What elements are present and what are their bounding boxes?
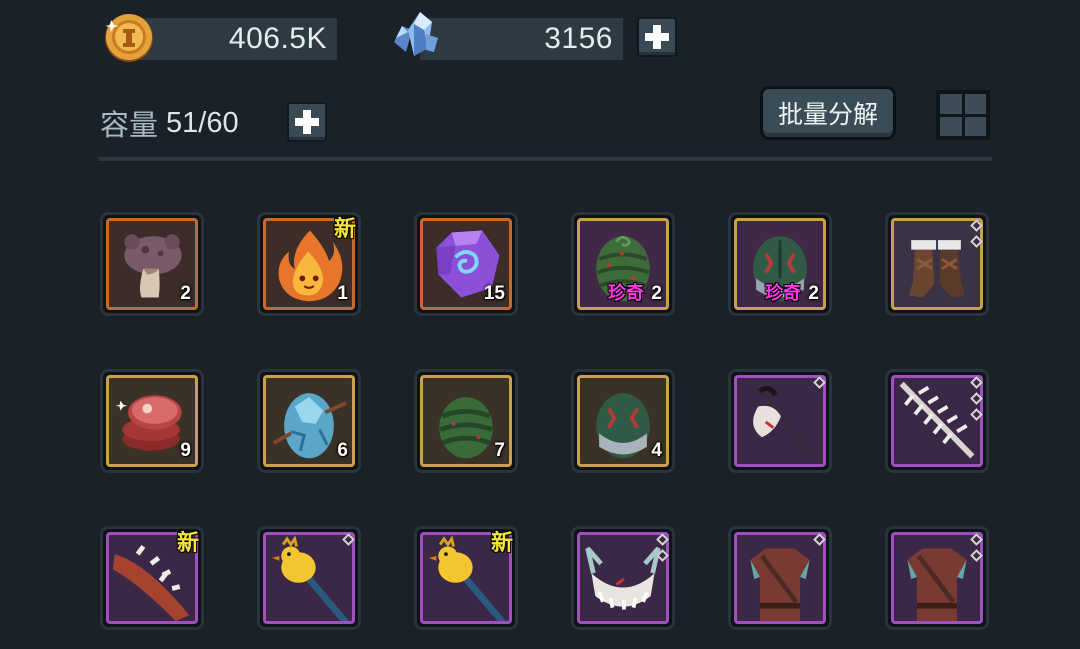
item-quantity: 1 <box>337 283 348 304</box>
inventory-slot[interactable] <box>728 526 832 630</box>
blue-crystal-icon <box>388 8 442 62</box>
inventory-slot[interactable] <box>885 212 989 316</box>
coin-amount: 406.5K <box>228 22 327 55</box>
coin-balance: 406.5K <box>140 18 337 60</box>
inventory-slot[interactable]: 珍奇 2 <box>728 212 832 316</box>
header-divider <box>98 157 992 161</box>
inventory-slot[interactable]: 新 <box>100 526 204 630</box>
batch-decompose-button[interactable]: 批量分解 <box>760 86 896 140</box>
leather-armor-icon <box>750 548 810 621</box>
item-quantity: 2 <box>651 283 662 304</box>
new-badge: 新 <box>176 531 199 556</box>
item-quantity: 6 <box>337 440 348 461</box>
item-quantity: 4 <box>651 440 662 461</box>
inventory-capacity: 容量 51/60 <box>100 103 239 143</box>
item-quantity: 7 <box>494 440 505 461</box>
bone-axe-icon <box>753 385 816 459</box>
inventory-slot[interactable] <box>257 526 361 630</box>
new-badge: 新 <box>490 531 513 556</box>
bone-helmet-icon <box>585 546 661 610</box>
inventory-slot[interactable] <box>571 526 675 630</box>
batch-decompose-label: 批量分解 <box>777 101 878 129</box>
duck-scepter-icon <box>271 535 349 621</box>
inventory-slot[interactable]: 珍奇 2 <box>571 212 675 316</box>
inventory-slot[interactable] <box>885 369 989 473</box>
buy-gems-button[interactable] <box>637 17 677 57</box>
rare-tag: 珍奇 <box>765 283 801 304</box>
leather-armor-icon <box>907 548 967 621</box>
gem-amount: 3156 <box>544 22 613 55</box>
item-quantity: 2 <box>180 283 191 304</box>
grid-view-icon[interactable] <box>936 90 990 140</box>
plus-icon <box>645 25 669 49</box>
capacity-label: 容量 <box>100 110 159 142</box>
inventory-slot[interactable]: 1 新 <box>257 212 361 316</box>
capacity-value: 51/60 <box>166 106 239 139</box>
inventory-slot[interactable]: 4 <box>571 369 675 473</box>
expand-capacity-button[interactable] <box>287 102 327 142</box>
inventory-slot[interactable]: 15 <box>414 212 518 316</box>
item-quantity: 15 <box>483 283 505 304</box>
gem-balance: 3156 <box>420 18 623 60</box>
rare-tag: 珍奇 <box>608 283 644 304</box>
inventory-slot[interactable]: 7 <box>414 369 518 473</box>
inventory-slot[interactable]: 6 <box>257 369 361 473</box>
inventory-slot[interactable]: 新 <box>414 526 518 630</box>
plus-icon <box>295 110 319 134</box>
inventory-slot[interactable]: 9 <box>100 369 204 473</box>
leather-boots-icon <box>909 240 965 298</box>
inventory-slot[interactable] <box>728 369 832 473</box>
item-quantity: 9 <box>180 440 191 461</box>
item-quantity: 2 <box>808 283 819 304</box>
spiked-sword-icon <box>899 381 975 459</box>
inventory-slot[interactable] <box>885 526 989 630</box>
inventory-slot[interactable]: 2 <box>100 212 204 316</box>
new-badge: 新 <box>333 217 356 242</box>
gold-coin-icon <box>102 10 156 64</box>
